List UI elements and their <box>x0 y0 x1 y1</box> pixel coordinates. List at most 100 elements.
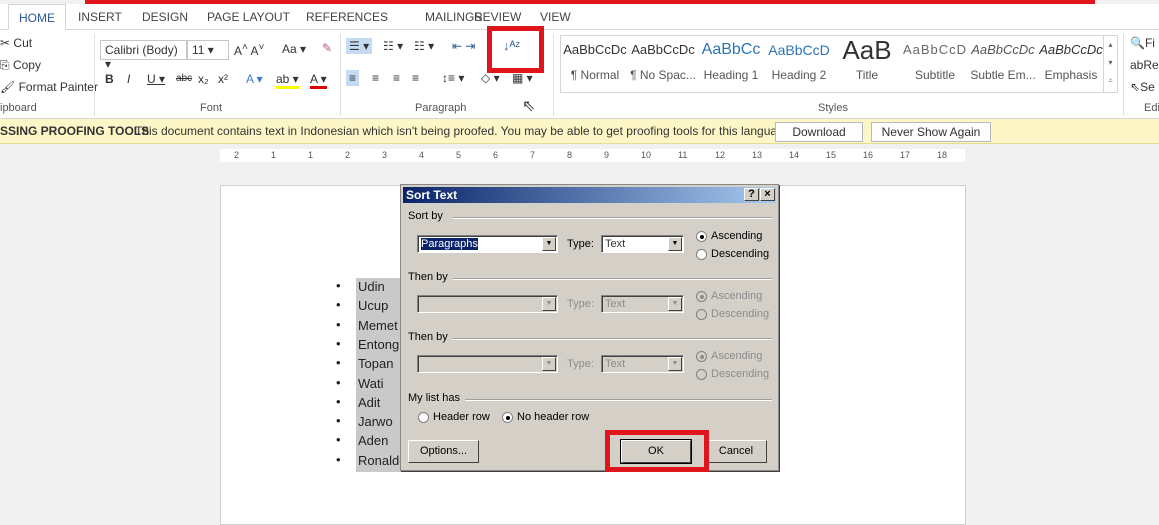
then-by-select[interactable]: ▼ <box>417 295 558 313</box>
type-label: Type: <box>567 238 594 250</box>
divider <box>465 399 772 401</box>
format-painter-button[interactable]: 🖌 Format Painter <box>0 80 98 94</box>
ruler-tick-label: 8 <box>567 150 573 160</box>
italic-button[interactable]: I <box>127 72 130 86</box>
help-button[interactable]: ? <box>744 188 759 201</box>
highlight-button[interactable]: ab ▾ <box>276 72 299 89</box>
cut-button[interactable]: ✂ Cut <box>0 36 32 50</box>
align-center-button[interactable]: ≡ <box>372 71 379 85</box>
bullet-icon: • <box>336 451 341 467</box>
dialog-titlebar: Sort Text ? × <box>403 187 776 203</box>
find-button[interactable]: 🔍Fi <box>1130 36 1155 50</box>
copy-icon: ⎘ <box>0 58 10 72</box>
tab-insert[interactable]: INSERT <box>78 10 122 24</box>
then-by-label-2: Then by <box>408 331 448 343</box>
tab-home[interactable]: HOME <box>8 4 66 31</box>
tab-view[interactable]: VIEW <box>540 10 571 24</box>
type-select[interactable]: Text ▼ <box>601 235 684 253</box>
numbering-button[interactable]: ☷ ▾ <box>383 39 403 53</box>
bullets-button[interactable]: ☰ ▾ <box>346 38 373 54</box>
font-color-button[interactable]: A ▾ <box>310 72 327 89</box>
superscript-button[interactable]: x² <box>218 72 228 86</box>
font-size-select[interactable]: 11 ▾ <box>187 40 229 60</box>
ruler-tick-label: 2 <box>234 150 240 160</box>
bullet-icon: • <box>336 393 341 409</box>
divider <box>453 278 772 280</box>
grow-font-button[interactable]: A˄ A˅ <box>234 42 264 58</box>
then-by-label: Then by <box>408 271 448 283</box>
bullet-icon: • <box>336 316 341 332</box>
header-row-label[interactable]: Header row <box>433 411 490 423</box>
tab-page-layout[interactable]: PAGE LAYOUT <box>207 10 290 24</box>
then-by-select-2[interactable]: ▼ <box>417 355 558 373</box>
select-button[interactable]: ⇖Se <box>1130 80 1155 94</box>
copy-button[interactable]: ⎘ Copy <box>0 58 41 73</box>
multilevel-list-button[interactable]: ☷ ▾ <box>414 39 434 53</box>
message-bar: SSING PROOFING TOOLS This document conta… <box>0 119 1159 144</box>
ruler-tick-label: 7 <box>530 150 536 160</box>
shading-button[interactable]: ◇ ▾ <box>481 71 500 85</box>
then-type-select-2[interactable]: Text ▼ <box>601 355 684 373</box>
justify-button[interactable]: ≡ <box>412 71 419 85</box>
align-right-button[interactable]: ≡ <box>393 71 400 85</box>
descending-radio[interactable] <box>696 249 707 260</box>
bullet-icon: • <box>336 335 341 351</box>
style-heading-1[interactable]: AaBbCc Heading 1 <box>697 36 765 82</box>
styles-group-label: Styles <box>818 102 848 114</box>
bullet-icon: • <box>336 432 341 448</box>
then-type-select[interactable]: Text ▼ <box>601 295 684 313</box>
then-descending-radio[interactable] <box>696 309 707 320</box>
borders-button[interactable]: ▦ ▾ <box>512 71 533 85</box>
ruler-tick-label: 12 <box>715 150 726 160</box>
underline-button[interactable]: U ▾ <box>147 72 165 86</box>
then-descending-label: Descending <box>711 308 770 320</box>
ruler-tick-label: 16 <box>863 150 874 160</box>
font-group-label: Font <box>200 102 223 114</box>
chevron-down-icon: ▼ <box>668 357 682 371</box>
ruler-tick-label: 13 <box>752 150 763 160</box>
chevron-down-icon: ▼ <box>542 357 556 371</box>
tab-review[interactable]: REVIEW <box>474 10 521 24</box>
then-ascending-label: Ascending <box>711 290 763 302</box>
tab-references[interactable]: REFERENCES <box>306 10 388 24</box>
ascending-label[interactable]: Ascending <box>711 230 762 242</box>
strikethrough-button[interactable]: abc <box>176 73 192 84</box>
change-case-button[interactable]: Aa ▾ <box>282 42 306 56</box>
replace-button[interactable]: abRe <box>1130 58 1159 72</box>
style-no-spacing[interactable]: AaBbCcDc ¶ No Spac... <box>629 36 697 82</box>
then-descending-radio-2[interactable] <box>696 369 707 380</box>
subscript-button[interactable]: x₂ <box>198 72 209 86</box>
clear-format-icon[interactable]: ✎ <box>322 41 332 55</box>
sort-text-dialog: Sort Text ? × Sort by Paragraphs ▼ Type: … <box>400 184 779 471</box>
no-header-row-label[interactable]: No header row <box>517 411 589 423</box>
font-name-select[interactable]: Calibri (Body) ▾ <box>100 40 187 71</box>
styles-scroll[interactable]: ▴ ▾ ⩡ <box>1103 36 1117 92</box>
then-ascending-radio[interactable] <box>696 291 707 302</box>
close-button[interactable]: × <box>760 188 775 201</box>
sort-by-select[interactable]: Paragraphs ▼ <box>417 235 558 253</box>
header-row-radio[interactable] <box>418 412 429 423</box>
style-title[interactable]: AaB Title <box>833 36 901 82</box>
line-spacing-button[interactable]: ↕≡ ▾ <box>442 71 464 85</box>
style-subtle-emphasis[interactable]: AaBbCcDc Subtle Em... <box>969 36 1037 82</box>
ruler[interactable]: 2 1 1 2 3 4 5 6 7 8 9 10 11 12 13 14 15 16 17 18 <box>220 149 965 162</box>
style-emphasis[interactable]: AaBbCcDc Emphasis <box>1037 36 1105 82</box>
then-ascending-radio-2[interactable] <box>696 351 707 362</box>
download-button[interactable]: Download <box>775 122 863 142</box>
style-normal[interactable]: AaBbCcDc ¶ Normal <box>561 36 629 82</box>
tab-design[interactable]: DESIGN <box>142 10 188 24</box>
sort-button-highlight <box>487 26 544 73</box>
ruler-tick-label: 1 <box>271 150 277 160</box>
cancel-button[interactable]: Cancel <box>705 440 767 463</box>
indent-buttons[interactable]: ⇤ ⇥ <box>452 39 475 53</box>
never-show-again-button[interactable]: Never Show Again <box>871 122 991 142</box>
options-button[interactable]: Options... <box>408 440 479 463</box>
no-header-row-radio[interactable] <box>502 412 513 423</box>
style-subtitle[interactable]: AaBbCcD Subtitle <box>901 36 969 82</box>
style-heading-2[interactable]: AaBbCcD Heading 2 <box>765 36 833 82</box>
ascending-radio[interactable] <box>696 231 707 242</box>
bold-button[interactable]: B <box>105 72 114 86</box>
align-left-button[interactable]: ≡ <box>346 70 360 86</box>
text-effects-button[interactable]: A ▾ <box>246 72 263 86</box>
descending-label[interactable]: Descending <box>711 248 769 260</box>
